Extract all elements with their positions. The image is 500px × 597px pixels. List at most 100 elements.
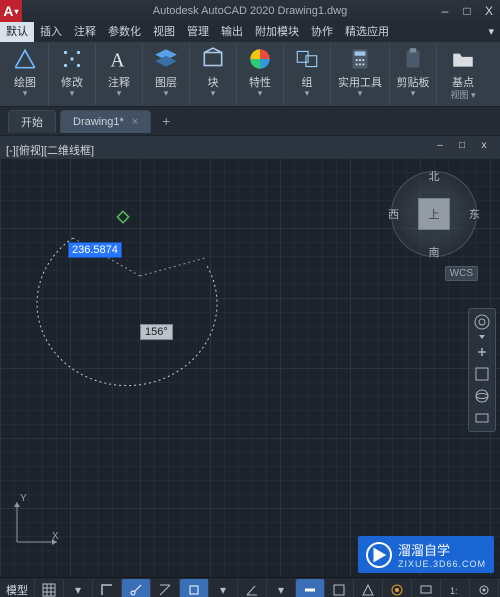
tab-start[interactable]: 开始 — [8, 110, 56, 133]
draw-icon — [12, 46, 38, 72]
angle-dropdown[interactable]: ▾ — [267, 579, 296, 597]
menu-output[interactable]: 输出 — [215, 22, 249, 42]
tab-drawing1[interactable]: Drawing1* × — [60, 110, 151, 133]
chevron-down-icon: ▾ — [211, 90, 216, 96]
folder-icon — [450, 46, 476, 72]
modify-icon — [59, 46, 85, 72]
window-title: Autodesk AutoCAD 2020 Drawing1.dwg — [0, 5, 500, 17]
ortho-toggle[interactable] — [93, 579, 122, 597]
document-tabs: 开始 Drawing1* × + — [0, 107, 500, 136]
panel-modify[interactable]: 修改 ▾ — [49, 44, 96, 106]
minimize-button[interactable]: – — [434, 2, 456, 20]
viewport-label[interactable]: [-][俯视][二维线框] — [6, 142, 94, 158]
menu-overflow[interactable]: ▾ — [482, 22, 500, 42]
grid-dropdown[interactable]: ▾ — [64, 579, 93, 597]
viewcube-east[interactable]: 东 — [469, 206, 480, 222]
orbit-icon[interactable] — [473, 387, 491, 405]
model-space-button[interactable]: 模型 — [0, 579, 35, 597]
watermark: 溜溜自学 ZIXUE.3D66.COM — [358, 536, 494, 573]
window-controls: – □ X — [434, 2, 500, 20]
ucs-x-label: X — [52, 531, 59, 542]
chevron-down-icon: ▾ — [164, 90, 169, 96]
showmotion-icon[interactable] — [473, 409, 491, 427]
panel-clipboard[interactable]: 剪贴板 ▾ — [390, 44, 437, 106]
sb-gear-icon[interactable] — [470, 579, 499, 597]
angle-toggle[interactable] — [238, 579, 267, 597]
menu-collab[interactable]: 协作 — [305, 22, 339, 42]
ribbon: 绘图 ▾ 修改 ▾ A 注释 ▾ 图层 ▾ 块 ▾ 特性 ▾ — [0, 42, 500, 107]
maximize-button[interactable]: □ — [456, 2, 478, 20]
panel-sublabel: 视图 ▾ — [450, 92, 475, 98]
vp-maximize-button[interactable]: □ — [452, 138, 472, 152]
play-icon — [366, 542, 392, 568]
viewcube-west[interactable]: 西 — [388, 206, 399, 222]
sb-anno-icon[interactable] — [354, 579, 383, 597]
panel-group[interactable]: 组 ▾ — [284, 44, 331, 106]
clipboard-icon — [400, 46, 426, 72]
menu-addins[interactable]: 附加模块 — [249, 22, 305, 42]
chevron-down-icon: ▾ — [411, 90, 416, 96]
tab-label: Drawing1* — [73, 116, 124, 128]
isodraft-toggle[interactable] — [151, 579, 180, 597]
app-icon[interactable]: A ▾ — [0, 0, 22, 22]
chevron-down-icon: ▾ — [70, 90, 75, 96]
text-icon: A — [106, 46, 132, 72]
ucs-y-label: Y — [20, 493, 27, 504]
new-tab-button[interactable]: + — [155, 110, 177, 132]
wcs-badge[interactable]: WCS — [445, 266, 478, 281]
drawing-canvas[interactable]: 236.5874 156° X Y 上 北 南 东 西 WCS — [0, 158, 500, 577]
close-icon[interactable]: × — [132, 116, 138, 128]
grid-toggle[interactable] — [35, 579, 64, 597]
panel-draw[interactable]: 绘图 ▾ — [2, 44, 49, 106]
menu-annotate[interactable]: 注释 — [68, 22, 102, 42]
viewcube[interactable]: 上 北 南 东 西 — [390, 170, 478, 258]
menu-parametric[interactable]: 参数化 — [102, 22, 147, 42]
svg-text:1:: 1: — [450, 586, 458, 596]
sb-monitor-icon[interactable] — [412, 579, 441, 597]
sb-units-icon[interactable]: 1: — [441, 579, 470, 597]
menu-default[interactable]: 默认 — [0, 22, 34, 42]
navigation-bar — [468, 308, 496, 432]
osnap-toggle[interactable] — [180, 579, 209, 597]
polar-toggle[interactable] — [122, 579, 151, 597]
osnap-dropdown[interactable]: ▾ — [209, 579, 238, 597]
pan-icon[interactable] — [473, 343, 491, 361]
viewport: [-][俯视][二维线框] – □ x 236.5874 156° X Y 上 … — [0, 136, 500, 577]
group-icon — [294, 46, 320, 72]
panel-label: 基点 — [452, 74, 474, 90]
distance-input[interactable]: 236.5874 — [68, 242, 122, 258]
panel-properties[interactable]: 特性 ▾ — [237, 44, 284, 106]
vp-close-button[interactable]: x — [474, 138, 494, 152]
steering-wheel-icon[interactable] — [473, 313, 491, 339]
ucs-icon[interactable]: X Y — [12, 497, 62, 547]
sb-workspace-icon[interactable] — [383, 579, 412, 597]
menu-view[interactable]: 视图 — [147, 22, 181, 42]
menu-featured[interactable]: 精选应用 — [339, 22, 395, 42]
title-bar: A ▾ Autodesk AutoCAD 2020 Drawing1.dwg –… — [0, 0, 500, 22]
menu-bar: 默认 插入 注释 参数化 视图 管理 输出 附加模块 协作 精选应用 ▾ — [0, 22, 500, 42]
sb-scale-icon[interactable] — [325, 579, 354, 597]
viewport-window-controls: – □ x — [430, 138, 494, 152]
lwt-toggle[interactable] — [296, 579, 325, 597]
app-icon-chevron: ▾ — [15, 7, 19, 16]
zoom-extents-icon[interactable] — [473, 365, 491, 383]
block-icon — [200, 46, 226, 72]
chevron-down-icon: ▾ — [117, 90, 122, 96]
chevron-down-icon: ▾ — [258, 90, 263, 96]
layers-icon — [153, 46, 179, 72]
menu-insert[interactable]: 插入 — [34, 22, 68, 42]
panel-basepoint[interactable]: 基点 视图 ▾ — [437, 44, 489, 106]
watermark-title: 溜溜自学 — [398, 543, 450, 558]
chevron-down-icon: ▾ — [23, 90, 28, 96]
viewcube-north[interactable]: 北 — [429, 168, 440, 184]
panel-layers[interactable]: 图层 ▾ — [143, 44, 190, 106]
close-button[interactable]: X — [478, 2, 500, 20]
watermark-sub: ZIXUE.3D66.COM — [398, 559, 486, 569]
vp-minimize-button[interactable]: – — [430, 138, 450, 152]
angle-input[interactable]: 156° — [140, 324, 173, 340]
panel-block[interactable]: 块 ▾ — [190, 44, 237, 106]
panel-utilities[interactable]: 实用工具 ▾ — [331, 44, 390, 106]
menu-manage[interactable]: 管理 — [181, 22, 215, 42]
panel-annotate[interactable]: A 注释 ▾ — [96, 44, 143, 106]
viewcube-south[interactable]: 南 — [429, 244, 440, 260]
